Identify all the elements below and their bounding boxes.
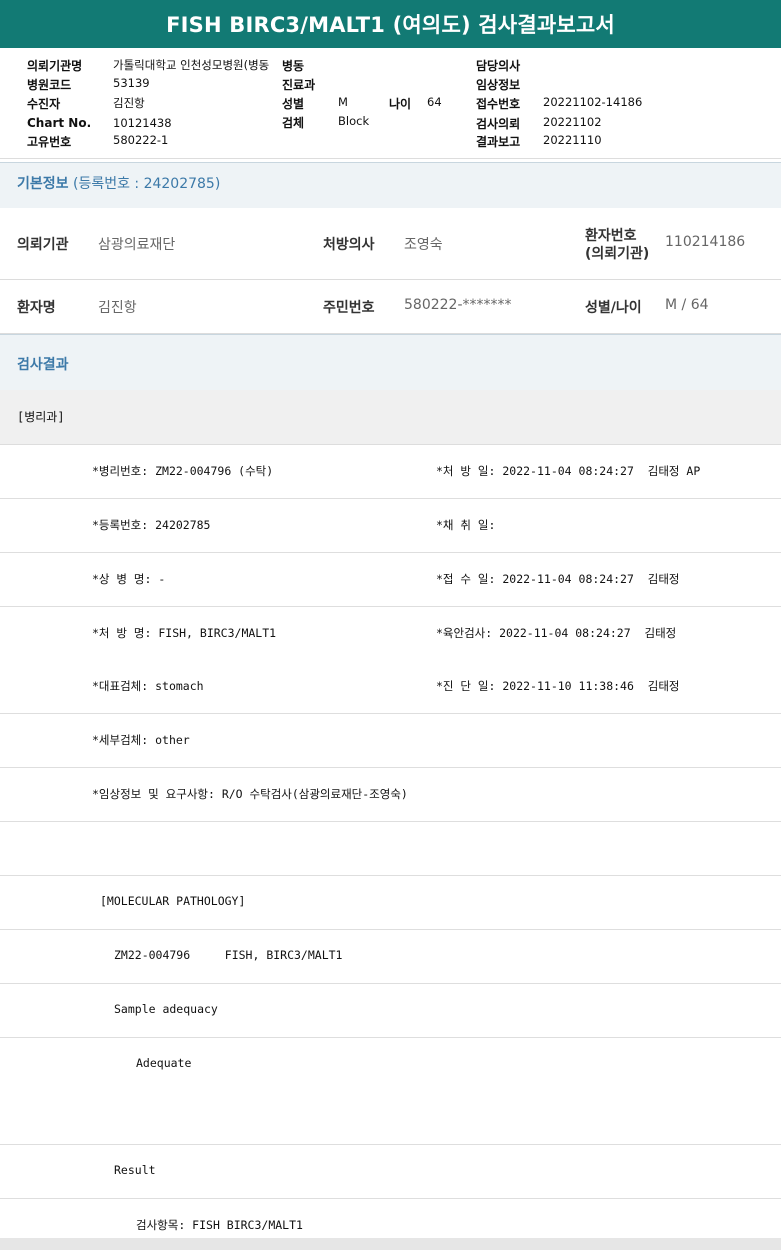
- result-row: 검사항목: FISH BIRC3/MALT1: [0, 1199, 781, 1238]
- sexage-label: 성별/나이: [585, 300, 642, 316]
- result-row-right: *채 취 일:: [436, 518, 496, 532]
- inst-label: 의뢰기관: [17, 237, 69, 253]
- basic-info-title: 기본정보 (등록번호 : 24202785): [17, 176, 221, 192]
- result-row-left: Adequate: [136, 1056, 192, 1070]
- patient-value: 김진항: [113, 96, 145, 110]
- result-row-left: *등록번호: 24202785: [92, 518, 211, 532]
- result-row-left: Sample adequacy: [114, 1002, 218, 1016]
- result-row-right: *육안검사: 2022-11-04 08:24:27 김태정: [436, 626, 677, 640]
- report-title-en: FISH BIRC3/MALT1 (여의도): [166, 13, 471, 37]
- result-row-left: ZM22-004796 FISH, BIRC3/MALT1: [114, 948, 343, 962]
- sexage-value: M / 64: [665, 297, 709, 313]
- hosp-code-value: 53139: [113, 76, 150, 90]
- bottom-scroll-strip[interactable]: [0, 1238, 781, 1250]
- report-date-value: 20221110: [543, 133, 602, 147]
- chart-value: 10121438: [113, 116, 172, 130]
- result-row: [MOLECULAR PATHOLOGY]: [0, 876, 781, 930]
- dept-label: 진료과: [282, 78, 316, 92]
- result-row: *세부검체: other: [0, 714, 781, 768]
- sex-label: 성별: [282, 97, 305, 111]
- result-row-right: *접 수 일: 2022-11-04 08:24:27 김태정: [436, 572, 680, 586]
- dept-tag: [병리과]: [17, 410, 65, 424]
- chart-label: Chart No.: [27, 116, 92, 130]
- req-date-value: 20221102: [543, 115, 602, 129]
- result-row: *처 방 명: FISH, BIRC3/MALT1 *육안검사: 2022-11…: [0, 607, 781, 661]
- specimen-label: 검체: [282, 116, 305, 130]
- receipt-label: 접수번호: [476, 97, 521, 111]
- result-row-left: *병리번호: ZM22-004796 (수탁): [92, 464, 274, 478]
- result-row: Result: [0, 1145, 781, 1199]
- result-row: Sample adequacy: [0, 984, 781, 1038]
- report-header: 의뢰기관명 가톨릭대학교 인천성모병원(병동 병동 담당의사 병원코드 5313…: [0, 48, 781, 159]
- receipt-value: 20221102-14186: [543, 95, 643, 109]
- result-row: *상 병 명: - *접 수 일: 2022-11-04 08:24:27 김태…: [0, 553, 781, 607]
- uid-label: 고유번호: [27, 135, 72, 149]
- doc-label: 처방의사: [323, 237, 375, 253]
- result-row-left: Result: [114, 1163, 156, 1177]
- pno-label-1: 환자번호: [585, 228, 637, 244]
- result-row-left: *처 방 명: FISH, BIRC3/MALT1: [92, 626, 277, 640]
- patient-label: 수진자: [27, 97, 61, 111]
- result-row-left: *임상정보 및 요구사항: R/O 수탁검사(삼광의료재단-조영숙): [92, 787, 408, 801]
- result-row-left: *세부검체: other: [92, 733, 190, 747]
- result-row: *대표검체: stomach *진 단 일: 2022-11-10 11:38:…: [0, 660, 781, 714]
- report-title: FISH BIRC3/MALT1 (여의도) 검사결과보고서: [0, 0, 781, 48]
- ssn-value: 580222-*******: [404, 297, 512, 313]
- result-row: ZM22-004796 FISH, BIRC3/MALT1: [0, 930, 781, 984]
- name-label: 환자명: [17, 300, 56, 316]
- age-label: 나이: [389, 97, 412, 111]
- result-row: *등록번호: 24202785 *채 취 일:: [0, 499, 781, 553]
- req-date-label: 검사의뢰: [476, 117, 521, 131]
- ward-label: 병동: [282, 59, 305, 73]
- result-row: *임상정보 및 요구사항: R/O 수탁검사(삼광의료재단-조영숙): [0, 768, 781, 822]
- result-row: [0, 822, 781, 876]
- result-row: *병리번호: ZM22-004796 (수탁) *처 방 일: 2022-11-…: [0, 445, 781, 499]
- report-title-ko: 검사결과보고서: [470, 13, 615, 37]
- hosp-code-label: 병원코드: [27, 78, 72, 92]
- result-row-left: [MOLECULAR PATHOLOGY]: [100, 894, 246, 908]
- results-title: 검사결과: [17, 357, 69, 373]
- dept-tag-row: [병리과]: [0, 390, 781, 445]
- inst-value: 삼광의료재단: [98, 237, 176, 253]
- result-row-right: *진 단 일: 2022-11-10 11:38:46 김태정: [436, 679, 680, 693]
- pno-value: 110214186: [665, 234, 746, 250]
- req-inst-value: 가톨릭대학교 인천성모병원(병동: [113, 58, 270, 72]
- result-row-left: *대표검체: stomach: [92, 679, 204, 693]
- specimen-value: Block: [338, 114, 370, 128]
- req-inst-label: 의뢰기관명: [27, 59, 83, 73]
- result-row-left: *상 병 명: -: [92, 572, 166, 586]
- result-row-right: *처 방 일: 2022-11-04 08:24:27 김태정 AP: [436, 464, 701, 478]
- patient-info-row-2: 환자명 김진항 주민번호 580222-******* 성별/나이 M / 64: [0, 280, 781, 334]
- uid-value: 580222-1: [113, 133, 169, 147]
- sex-value: M: [338, 95, 348, 109]
- age-value: 64: [427, 95, 442, 109]
- ssn-label: 주민번호: [323, 300, 375, 316]
- result-row-left: 검사항목: FISH BIRC3/MALT1: [136, 1218, 303, 1232]
- report-date-label: 결과보고: [476, 135, 521, 149]
- result-row: Adequate: [0, 1038, 781, 1092]
- name-value: 김진항: [98, 300, 137, 316]
- doc-value: 조영숙: [404, 237, 443, 253]
- clinical-label: 임상정보: [476, 78, 521, 92]
- results-section: 검사결과: [0, 334, 781, 391]
- doctor-label: 담당의사: [476, 59, 521, 73]
- basic-info-section: 기본정보 (등록번호 : 24202785): [0, 162, 781, 209]
- patient-info-row-1: 의뢰기관 삼광의료재단 처방의사 조영숙 환자번호 (의뢰기관) 1102141…: [0, 208, 781, 280]
- pno-label-2: (의뢰기관): [585, 246, 650, 262]
- result-row: [0, 1091, 781, 1145]
- registration-number: (등록번호 : 24202785): [68, 176, 221, 192]
